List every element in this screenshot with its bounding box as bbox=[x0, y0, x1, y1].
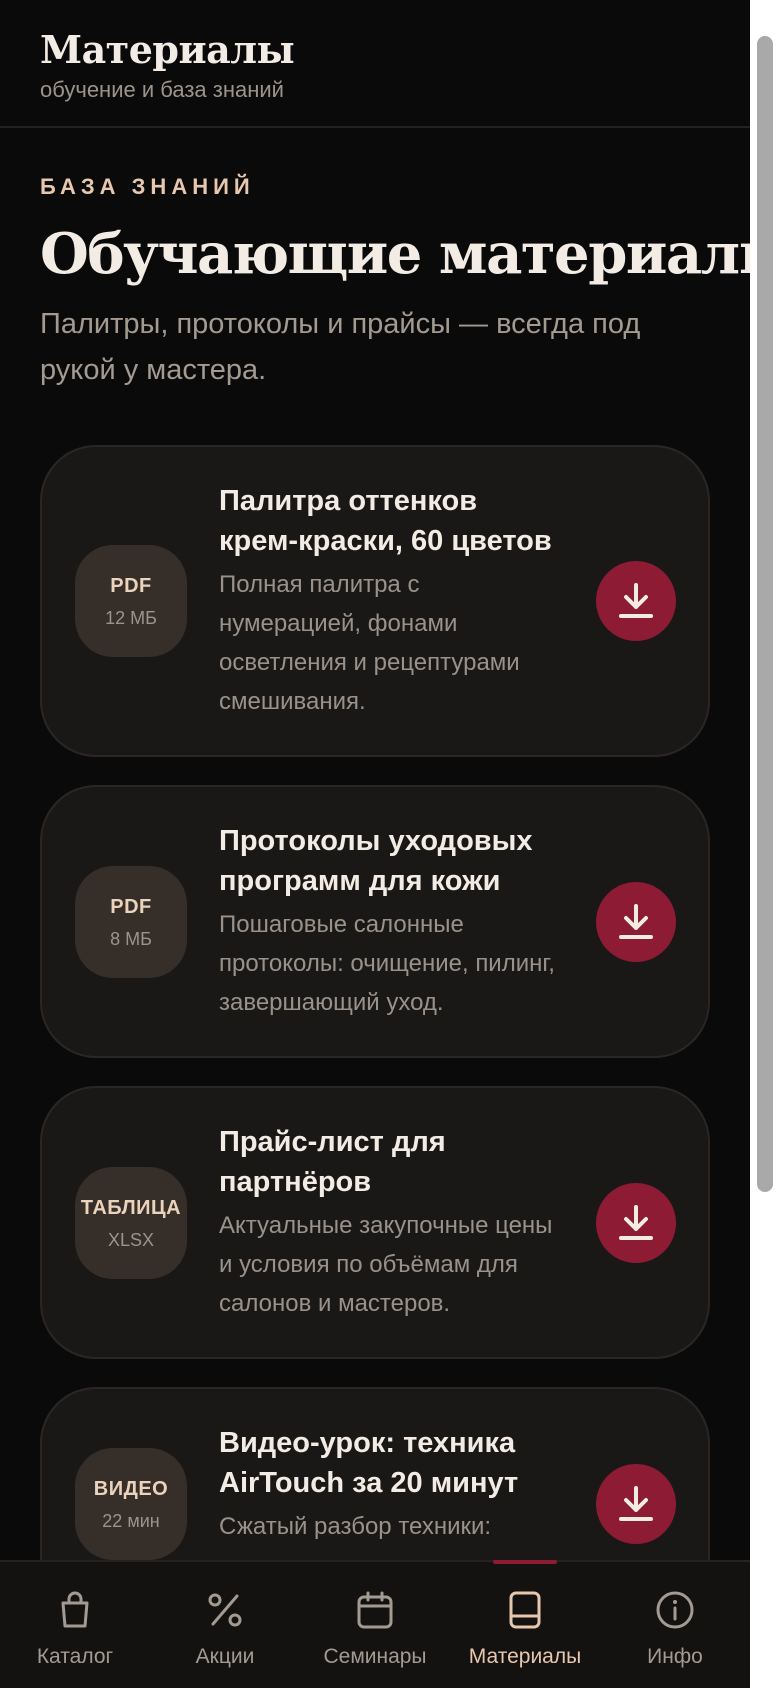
download-button[interactable] bbox=[596, 561, 676, 641]
download-icon bbox=[619, 1204, 653, 1240]
active-tab-indicator bbox=[493, 1560, 557, 1564]
file-type: ТАБЛИЦА bbox=[80, 1196, 182, 1219]
material-title: Видео-урок: техника AirTouch за 20 минут bbox=[219, 1427, 519, 1499]
file-size: 8 МБ bbox=[110, 928, 152, 949]
file-type: PDF bbox=[110, 575, 152, 597]
nav-label: Каталог bbox=[36, 1645, 114, 1668]
file-type-badge: ВИДЕО 22 мин bbox=[75, 1448, 187, 1560]
download-icon bbox=[619, 1486, 653, 1521]
material-card[interactable]: ТАБЛИЦА XLSX Прайс-лист для партнёров Ак… bbox=[40, 1086, 710, 1359]
nav-item-info[interactable]: Инфо bbox=[600, 1562, 750, 1688]
section-eyebrow: БАЗА ЗНАНИЙ bbox=[40, 174, 255, 199]
material-description: Полная палитра с нумерацией, фонами осве… bbox=[219, 571, 520, 715]
app-subtitle: обучение и база знаний bbox=[40, 77, 284, 102]
material-description: Пошаговые салонные протоколы: очищение, … bbox=[219, 911, 555, 1016]
material-title: Протоколы уходовых программ для кожи bbox=[219, 825, 533, 897]
download-button[interactable] bbox=[596, 881, 676, 962]
book-icon bbox=[509, 1591, 541, 1629]
download-icon bbox=[619, 903, 653, 939]
shopping-bag-icon bbox=[61, 1591, 89, 1628]
calendar-icon bbox=[357, 1591, 393, 1629]
nav-item-promotions[interactable]: Акции bbox=[150, 1562, 300, 1688]
file-type-badge: ТАБЛИЦА XLSX bbox=[75, 1166, 187, 1279]
app-title: Материалы bbox=[40, 27, 295, 72]
download-button[interactable] bbox=[596, 1464, 676, 1544]
nav-label: Семинары bbox=[323, 1645, 427, 1668]
material-title: Прайс-лист для партнёров bbox=[219, 1126, 446, 1198]
file-format: XLSX bbox=[107, 1229, 155, 1250]
percent-icon bbox=[208, 1593, 242, 1627]
material-card[interactable]: PDF 8 МБ Протоколы уходовых программ для… bbox=[40, 785, 710, 1058]
nav-label: Инфо bbox=[647, 1645, 703, 1668]
page-title: Обучающие материалы bbox=[40, 221, 750, 287]
nav-item-materials[interactable]: Материалы bbox=[450, 1560, 600, 1688]
nav-item-catalog[interactable]: Каталог bbox=[0, 1562, 150, 1688]
file-type-badge: PDF 8 МБ bbox=[75, 865, 187, 978]
file-type-badge: PDF 12 МБ bbox=[75, 545, 187, 657]
nav-label: Акции bbox=[195, 1645, 255, 1668]
material-title: Палитра оттенков крем-краски, 60 цветов bbox=[219, 485, 552, 557]
material-description: Актуальные закупочные цены и условия по … bbox=[219, 1212, 553, 1317]
info-icon bbox=[656, 1591, 694, 1629]
nav-item-seminars[interactable]: Семинары bbox=[300, 1562, 450, 1688]
main-content: БАЗА ЗНАНИЙ Обучающие материалы Палитры,… bbox=[40, 128, 750, 1649]
bottom-nav: Каталог Акции Семинары Материалы Инфо bbox=[0, 1560, 750, 1688]
materials-list: PDF 12 МБ Палитра оттенков крем-краски, … bbox=[40, 445, 710, 1621]
video-duration: 22 мин bbox=[102, 1511, 160, 1531]
file-type: PDF bbox=[110, 895, 152, 918]
nav-label: Материалы bbox=[468, 1645, 582, 1668]
download-icon bbox=[619, 583, 653, 618]
page-description: Палитры, протоколы и прайсы — всегда под… bbox=[40, 308, 641, 386]
scrollbar-track[interactable] bbox=[750, 0, 780, 1688]
download-button[interactable] bbox=[596, 1182, 676, 1263]
file-type: ВИДЕО bbox=[93, 1478, 169, 1500]
materials-screen: Материалы обучение и база знаний БАЗА ЗН… bbox=[0, 0, 750, 1688]
file-size: 12 МБ bbox=[105, 608, 157, 628]
app-header: Материалы обучение и база знаний bbox=[0, 0, 750, 128]
material-card[interactable]: PDF 12 МБ Палитра оттенков крем-краски, … bbox=[40, 445, 710, 757]
scrollbar-thumb[interactable] bbox=[757, 36, 773, 1192]
